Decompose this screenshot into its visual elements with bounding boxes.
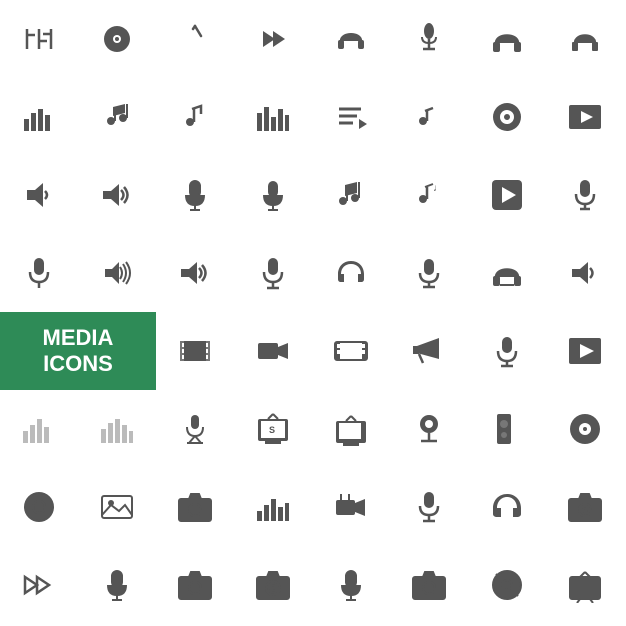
film-strip2-icon: [312, 312, 390, 390]
camera4-icon: [234, 546, 312, 624]
shutter-icon: [0, 468, 78, 546]
microphone-icon: [156, 0, 234, 78]
mic-floor-icon: [156, 390, 234, 468]
svg-text:S: S: [269, 425, 275, 435]
equalizer5-icon: [234, 468, 312, 546]
video-player-icon: [546, 78, 624, 156]
camera3-icon: [156, 546, 234, 624]
music-note2-icon: [156, 78, 234, 156]
headphones3-icon: [546, 0, 624, 78]
music-note-icon: [78, 78, 156, 156]
bar-chart-icon: [0, 78, 78, 156]
music-list-icon: [312, 78, 390, 156]
headphones6-icon: [468, 468, 546, 546]
mic-podium-icon: [390, 234, 468, 312]
media-icons-label: MEDIA ICONS: [0, 312, 156, 390]
tv2-icon: [312, 390, 390, 468]
tv-icon: S: [234, 390, 312, 468]
speaker-high-icon: [78, 156, 156, 234]
play-button-icon: [468, 156, 546, 234]
speaker-surround-icon: [78, 234, 156, 312]
music-note3-icon: [390, 78, 468, 156]
mic-outline-icon: [156, 156, 234, 234]
mic-stand-icon: [390, 0, 468, 78]
label-line1: MEDIA: [43, 325, 114, 351]
mic-outline4-icon: [312, 546, 390, 624]
video-camera-icon: [234, 312, 312, 390]
mic-filled-icon: [546, 156, 624, 234]
camera5-icon: [390, 546, 468, 624]
speaker-icon: [546, 234, 624, 312]
mic-stand3-icon: [390, 468, 468, 546]
icon-grid: ♩ MEDIA ICONS: [0, 0, 626, 626]
mic-wire-icon: [0, 234, 78, 312]
speaker-box-icon: [468, 390, 546, 468]
music-note4-icon: [312, 156, 390, 234]
headphones-icon: [312, 0, 390, 78]
mic-outline3-icon: [78, 546, 156, 624]
music-note5-icon: ♩: [390, 156, 468, 234]
speaker-medium-icon: [156, 234, 234, 312]
speaker-low-icon: [0, 156, 78, 234]
video-play-icon: [546, 312, 624, 390]
equalizer-icon: [0, 0, 78, 78]
image-icon: [78, 468, 156, 546]
webcam-icon: [390, 390, 468, 468]
equalizer3-icon: [0, 390, 78, 468]
shutter2-icon: [468, 546, 546, 624]
mic-stand2-icon: [234, 234, 312, 312]
play-forward-icon: [234, 0, 312, 78]
headphones5-icon: [468, 234, 546, 312]
vinyl-icon: [546, 390, 624, 468]
fast-forward-icon: [0, 546, 78, 624]
tv3-icon: [546, 546, 624, 624]
headphones4-icon: [312, 234, 390, 312]
equalizer4-icon: [78, 390, 156, 468]
megaphone-icon: [390, 312, 468, 390]
equalizer2-icon: [234, 78, 312, 156]
camera-icon: [156, 468, 234, 546]
headphones2-icon: [468, 0, 546, 78]
film-strip-icon: [156, 312, 234, 390]
svg-text:♩: ♩: [433, 183, 443, 194]
camera2-icon: [546, 468, 624, 546]
mic-outline2-icon: [234, 156, 312, 234]
cd-icon: [468, 78, 546, 156]
disc-icon: [78, 0, 156, 78]
label-line2: ICONS: [43, 351, 113, 377]
mic-studio-icon: [468, 312, 546, 390]
video-cam2-icon: [312, 468, 390, 546]
